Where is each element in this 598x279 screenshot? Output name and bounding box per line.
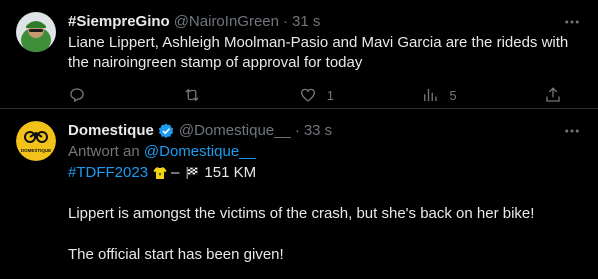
tweet-text-line-1: Lippert is amongst the victims of the cr… xyxy=(68,205,535,222)
tweet-text-line-2: The official start has been given! xyxy=(68,246,284,263)
hashtag-suffix: – xyxy=(171,164,180,181)
stage-distance: 151 KM xyxy=(204,164,257,181)
retweet-button[interactable] xyxy=(183,85,211,105)
avatar[interactable] xyxy=(16,12,56,52)
jersey-icon xyxy=(153,167,167,179)
tweet[interactable]: DOMESTIQUE Domestique @Domestique__ · 33… xyxy=(0,109,598,265)
more-icon xyxy=(565,129,579,133)
avatar-label: DOMESTIQUE xyxy=(21,148,51,153)
reply-icon xyxy=(70,88,84,103)
like-button[interactable]: 1 xyxy=(299,85,334,105)
display-name[interactable]: Domestique xyxy=(68,121,154,141)
action-bar: 1 5 xyxy=(68,85,562,105)
separator: · xyxy=(282,13,288,30)
verified-icon xyxy=(158,123,173,139)
views-icon xyxy=(424,89,438,101)
share-button[interactable] xyxy=(544,85,562,105)
more-icon xyxy=(565,20,579,24)
reply-button[interactable] xyxy=(68,85,96,105)
tweet-text: Liane Lippert, Ashleigh Moolman-Pasio an… xyxy=(68,34,569,71)
views-count: 5 xyxy=(449,87,457,103)
timestamp[interactable]: 33 s xyxy=(304,121,332,141)
like-icon xyxy=(300,88,315,102)
reply-handle-link[interactable]: @Domestique__ xyxy=(144,143,256,160)
handle[interactable]: @NairoInGreen xyxy=(174,12,279,32)
avatar[interactable]: DOMESTIQUE xyxy=(16,121,56,161)
handle[interactable]: @Domestique__ xyxy=(179,121,291,141)
race-line: #TDFF2023 – 151 KM xyxy=(68,163,582,183)
timestamp[interactable]: 31 s xyxy=(292,12,320,32)
checkered-flag-icon xyxy=(187,167,198,179)
views-button[interactable]: 5 xyxy=(421,85,457,105)
share-icon xyxy=(546,87,560,102)
reply-context: Antwort an @Domestique__ xyxy=(68,142,582,162)
display-name[interactable]: #SiempreGino xyxy=(68,12,170,32)
more-button[interactable] xyxy=(562,12,582,32)
more-button[interactable] xyxy=(562,121,582,141)
retweet-icon xyxy=(185,88,199,102)
like-count: 1 xyxy=(326,87,334,103)
separator: · xyxy=(294,122,300,139)
hashtag-link[interactable]: #TDFF2023 xyxy=(68,163,148,183)
reply-prefix: Antwort an xyxy=(68,143,140,160)
tweet[interactable]: #SiempreGino @NairoInGreen · 31 s Liane … xyxy=(0,0,598,109)
